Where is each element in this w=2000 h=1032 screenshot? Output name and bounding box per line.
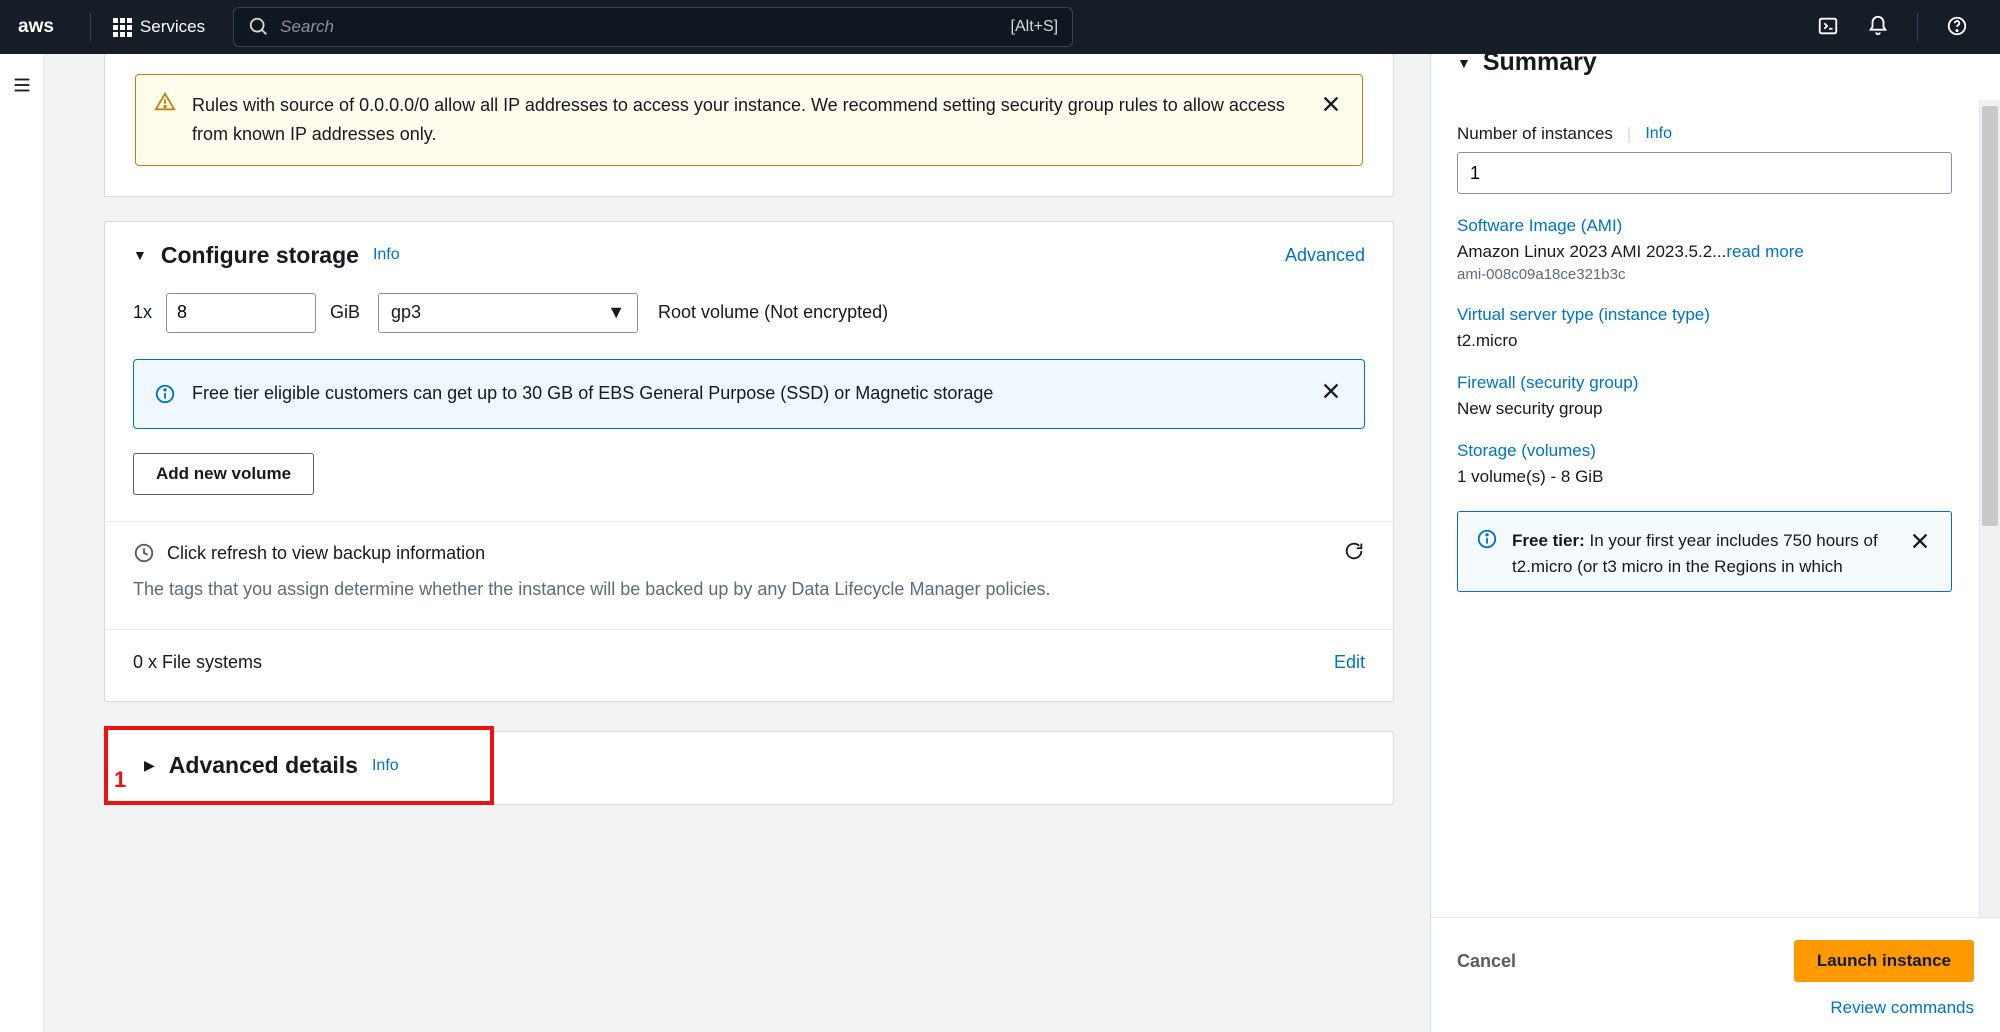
storage-title: Configure storage — [161, 242, 359, 269]
summary-footer: Cancel Launch instance Review commands — [1431, 917, 2000, 1032]
clock-icon — [133, 542, 155, 564]
storage-advanced-link[interactable]: Advanced — [1285, 245, 1365, 266]
advanced-details-title: Advanced details — [169, 752, 358, 779]
num-instances-input[interactable] — [1457, 152, 1952, 194]
help-icon — [1946, 15, 1968, 37]
section-divider — [105, 521, 1393, 522]
freetier-close-button[interactable] — [1318, 378, 1344, 410]
info-icon — [1476, 528, 1498, 550]
grid-icon — [113, 18, 132, 37]
warning-close-button[interactable] — [1318, 91, 1344, 123]
firewall-label-link[interactable]: Firewall (security group) — [1457, 373, 1974, 393]
backup-info-block: Click refresh to view backup information… — [133, 540, 1365, 604]
free-tier-storage-banner: Free tier eligible customers can get up … — [133, 359, 1365, 429]
summary-panel: ▼ Summary Number of instances | Info Sof… — [1430, 54, 2000, 1032]
free-tier-storage-text: Free tier eligible customers can get up … — [192, 383, 1302, 404]
ami-value: Amazon Linux 2023 AMI 2023.5.2...read mo… — [1457, 242, 1974, 262]
bell-icon — [1867, 15, 1889, 37]
close-icon — [1320, 93, 1342, 115]
storage-header[interactable]: ▼ Configure storage Info Advanced — [105, 222, 1393, 289]
root-volume-row: 1x GiB gp3 ▼ Root volume (Not encrypted) — [133, 293, 1365, 333]
annotation-highlight: ▶ Advanced details Info 1 — [104, 726, 494, 805]
section-divider — [105, 629, 1393, 630]
aws-logo[interactable]: aws — [18, 16, 54, 38]
cloudshell-icon — [1817, 15, 1839, 37]
ami-id: ami-008c09a18ce321b3c — [1457, 266, 1974, 283]
backup-description: The tags that you assign determine wheth… — [133, 575, 1365, 604]
backup-refresh-text: Click refresh to view backup information — [167, 543, 485, 564]
search-placeholder: Search — [280, 17, 1010, 37]
cancel-button[interactable]: Cancel — [1457, 951, 1516, 972]
search-icon — [248, 16, 270, 38]
search-shortcut: [Alt+S] — [1011, 18, 1059, 36]
hamburger-icon — [11, 74, 33, 96]
refresh-icon — [1343, 540, 1365, 562]
ami-label-link[interactable]: Software Image (AMI) — [1457, 216, 1974, 236]
global-search[interactable]: Search [Alt+S] — [233, 7, 1073, 47]
side-rail — [0, 54, 44, 1032]
file-systems-edit-link[interactable]: Edit — [1334, 652, 1365, 673]
warning-text: Rules with source of 0.0.0.0/0 allow all… — [192, 91, 1302, 149]
cloudshell-button[interactable] — [1803, 7, 1853, 48]
hamburger-button[interactable] — [11, 74, 33, 1032]
ami-read-more-link[interactable]: read more — [1726, 242, 1803, 261]
caret-down-icon: ▼ — [133, 247, 147, 263]
storage-label-link[interactable]: Storage (volumes) — [1457, 441, 1974, 461]
annotation-label: 1 — [114, 767, 126, 793]
instance-type-value: t2.micro — [1457, 331, 1974, 351]
nav-divider — [1917, 13, 1918, 41]
volume-multiplier: 1x — [133, 302, 152, 323]
review-commands-link[interactable]: Review commands — [1830, 998, 1974, 1017]
top-navigation: aws Services Search [Alt+S] — [0, 0, 2000, 54]
notifications-button[interactable] — [1853, 7, 1903, 48]
summary-header[interactable]: ▼ Summary — [1431, 54, 2000, 100]
configure-storage-panel: ▼ Configure storage Info Advanced 1x GiB… — [104, 221, 1394, 703]
close-icon — [1909, 530, 1931, 552]
free-tier-summary-banner: Free tier: In your first year includes 7… — [1457, 511, 1952, 592]
volume-description: Root volume (Not encrypted) — [658, 302, 888, 323]
source-warning-banner: Rules with source of 0.0.0.0/0 allow all… — [135, 74, 1363, 166]
services-menu-button[interactable]: Services — [105, 11, 213, 43]
refresh-backup-button[interactable] — [1343, 540, 1365, 567]
security-group-panel: Rules with source of 0.0.0.0/0 allow all… — [104, 54, 1394, 197]
warning-icon — [154, 91, 176, 113]
nav-divider — [90, 13, 91, 41]
launch-instance-button[interactable]: Launch instance — [1794, 940, 1974, 982]
instance-type-label-link[interactable]: Virtual server type (instance type) — [1457, 305, 1974, 325]
volume-type-select[interactable]: gp3 ▼ — [378, 293, 638, 333]
advanced-info-link[interactable]: Info — [372, 757, 399, 775]
volume-type-value: gp3 — [391, 302, 421, 323]
firewall-value: New security group — [1457, 399, 1974, 419]
file-systems-row: 0 x File systems Edit — [133, 648, 1365, 673]
help-button[interactable] — [1932, 7, 1982, 48]
caret-down-icon: ▼ — [1457, 55, 1471, 71]
main-content: Rules with source of 0.0.0.0/0 allow all… — [44, 54, 1430, 1032]
storage-value: 1 volume(s) - 8 GiB — [1457, 467, 1974, 487]
caret-right-icon: ▶ — [144, 757, 155, 774]
free-tier-summary-text: Free tier: In your first year includes 7… — [1512, 528, 1893, 581]
summary-scroll-area[interactable]: Number of instances | Info Software Imag… — [1431, 100, 2000, 917]
advanced-details-panel[interactable]: ▶ Advanced details Info — [108, 730, 490, 801]
file-systems-text: 0 x File systems — [133, 652, 262, 673]
num-instances-info-link[interactable]: Info — [1645, 125, 1672, 143]
close-icon — [1320, 380, 1342, 402]
summary-title: Summary — [1483, 54, 1597, 77]
storage-info-link[interactable]: Info — [373, 246, 400, 264]
num-instances-label: Number of instances | Info — [1457, 124, 1974, 144]
size-unit: GiB — [330, 302, 360, 323]
topnav-right — [1803, 7, 1982, 48]
volume-size-input[interactable] — [166, 293, 316, 333]
chevron-down-icon: ▼ — [607, 302, 625, 323]
add-volume-button[interactable]: Add new volume — [133, 453, 314, 495]
freetier-summary-close-button[interactable] — [1907, 528, 1933, 560]
info-icon — [154, 383, 176, 405]
services-label: Services — [140, 17, 205, 37]
